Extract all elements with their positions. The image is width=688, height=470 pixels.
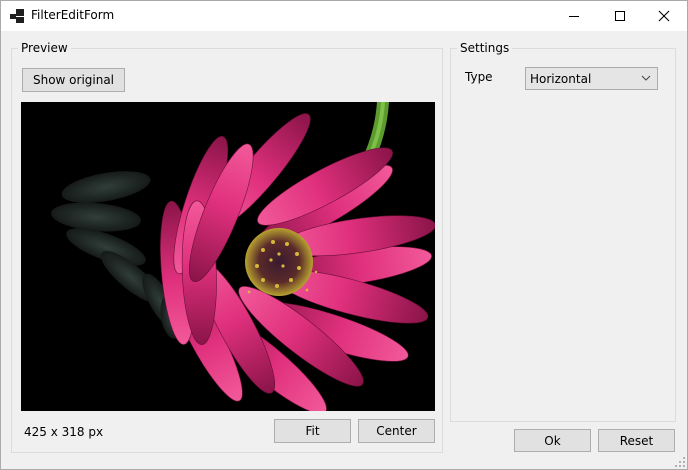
minimize-button[interactable] bbox=[551, 1, 597, 31]
window-title: FilterEditForm bbox=[31, 8, 115, 22]
minimize-icon bbox=[569, 16, 579, 17]
settings-group: Settings bbox=[450, 41, 676, 422]
show-original-button[interactable]: Show original bbox=[22, 68, 125, 92]
flower-image bbox=[21, 102, 435, 411]
settings-group-label: Settings bbox=[457, 41, 513, 55]
image-size-label: 425 x 318 px bbox=[24, 425, 104, 439]
maximize-button[interactable] bbox=[597, 1, 643, 31]
app-icon bbox=[10, 9, 24, 23]
chevron-down-icon bbox=[641, 75, 651, 81]
close-icon bbox=[658, 10, 670, 22]
fit-button[interactable]: Fit bbox=[274, 419, 351, 443]
maximize-icon bbox=[615, 11, 625, 21]
type-label: Type bbox=[465, 70, 493, 84]
title-bar[interactable]: FilterEditForm bbox=[1, 1, 687, 31]
center-button[interactable]: Center bbox=[358, 419, 435, 443]
reset-button[interactable]: Reset bbox=[598, 429, 675, 452]
type-select[interactable]: Horizontal bbox=[525, 67, 658, 90]
preview-group-label: Preview bbox=[18, 41, 71, 55]
ok-button[interactable]: Ok bbox=[514, 429, 591, 452]
resize-grip[interactable] bbox=[675, 457, 685, 467]
preview-image[interactable] bbox=[21, 102, 435, 411]
close-button[interactable] bbox=[641, 1, 687, 31]
type-select-value: Horizontal bbox=[530, 72, 592, 86]
filter-edit-window: FilterEditForm Preview Show original 425… bbox=[0, 0, 688, 470]
